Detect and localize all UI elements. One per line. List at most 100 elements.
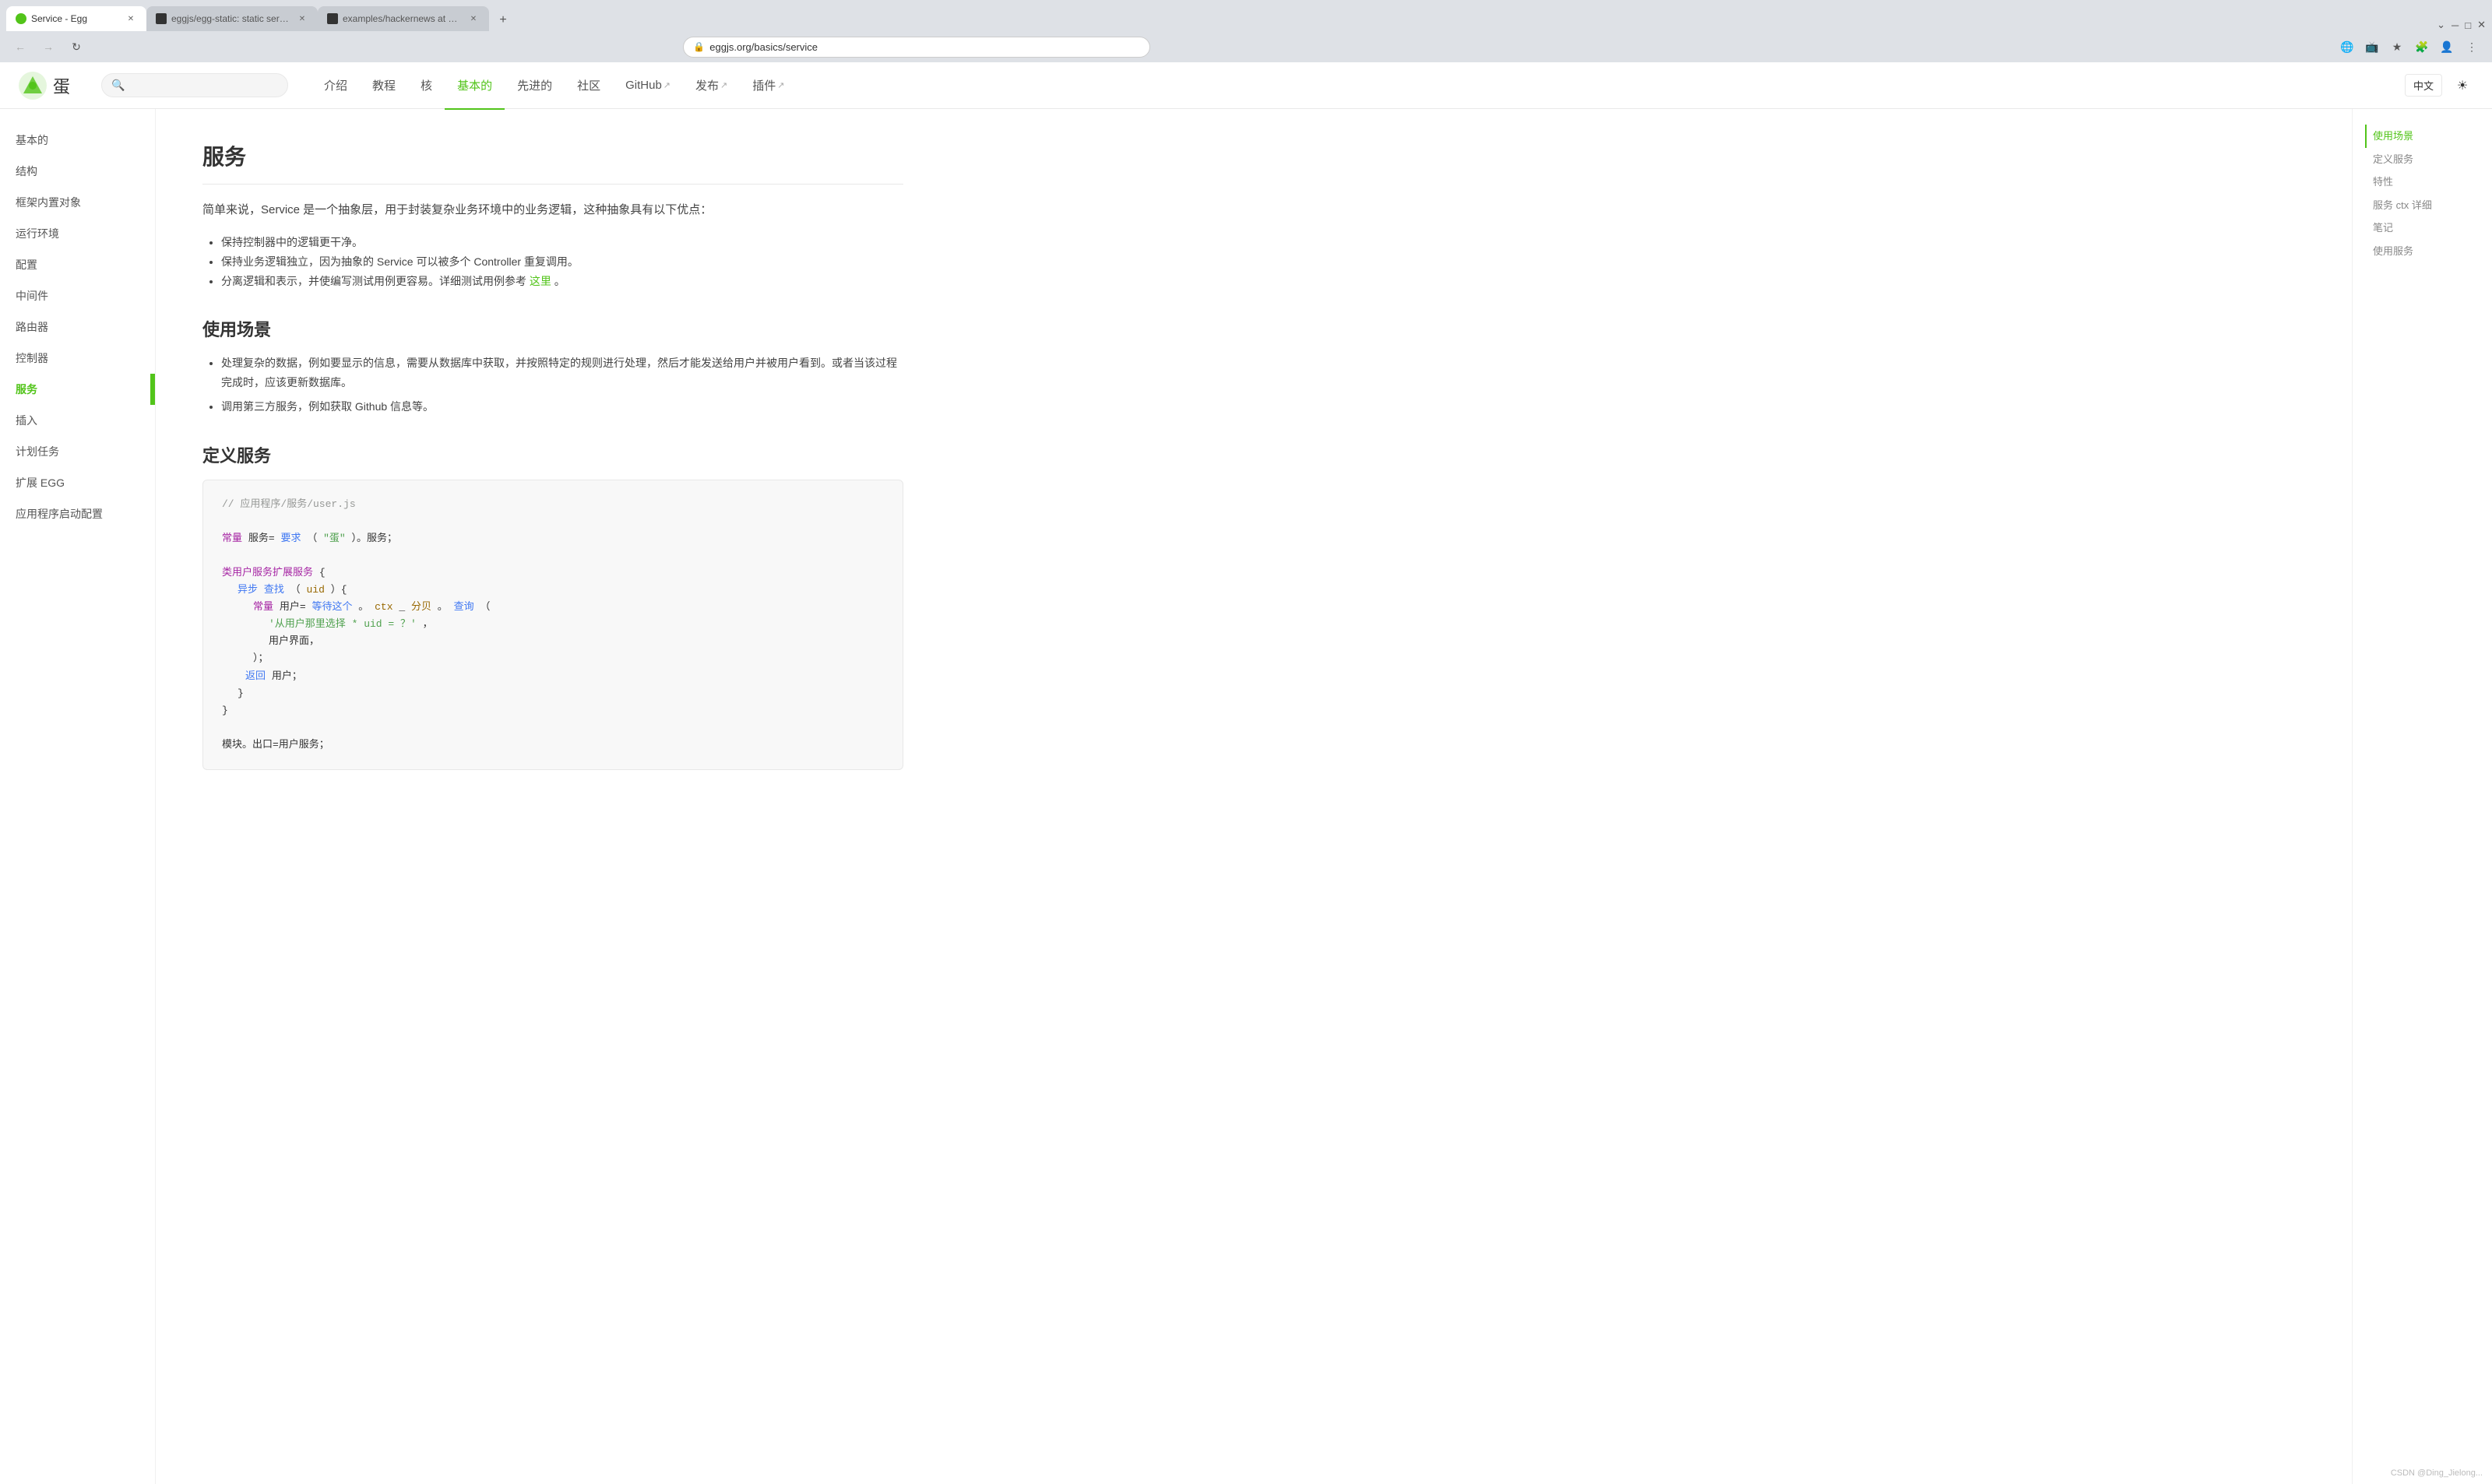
sidebar-item-middleware[interactable]: 中间件 [0,280,155,311]
main-layout: 基本的 结构 框架内置对象 运行环境 配置 中间件 路由器 控制器 [0,109,2492,1484]
sidebar-item-basic[interactable]: 基本的 [0,125,155,156]
sidebar-item-extend-egg[interactable]: 扩展 EGG [0,467,155,498]
code-line-7: 用户界面， [222,633,884,650]
code-line-12: 模块。出口=用户服务； [222,737,884,754]
nav-links: 介绍 教程 核 基本的 先进的 社区 GitHub ↗ 发布 [312,62,797,109]
code-line-11: } [222,702,884,719]
sidebar-item-runtime-env[interactable]: 运行环境 [0,218,155,249]
toc-item-properties[interactable]: 特性 [2365,171,2480,194]
nav-link-github[interactable]: GitHub ↗ [613,63,683,110]
github-external-icon: ↗ [663,80,671,90]
url-bar[interactable]: 🔒 eggjs.org/basics/service [683,37,1150,58]
code-line-6: '从用户那里选择 * uid = ？' ， [222,616,884,633]
tab-active[interactable]: Service - Egg ✕ [6,6,146,31]
tab-title-1: Service - Egg [31,13,120,24]
code-line-3: 类用户服务扩展服务 { [222,564,884,582]
toc-item-use-service[interactable]: 使用服务 [2365,240,2480,263]
toc-item-define-service[interactable]: 定义服务 [2365,148,2480,171]
toc-item-notes[interactable]: 笔记 [2365,216,2480,240]
sidebar-item-framework-object[interactable]: 框架内置对象 [0,187,155,218]
tab-2[interactable]: eggjs/egg-static: static server ✕ [146,6,318,31]
intro-bullet-list: 保持控制器中的逻辑更干净。 保持业务逻辑独立，因为抽象的 Service 可以被… [221,233,903,292]
tab-title-3: examples/hackernews at mast... [343,13,463,24]
toc: 使用场景 定义服务 特性 服务 ctx 详细 笔记 使用服务 [2352,109,2492,1484]
code-line-blank-1 [222,513,884,530]
sidebar-item-config[interactable]: 配置 [0,249,155,280]
menu-icon[interactable]: ⋮ [2461,36,2483,58]
code-line-4: 异步 查找 （ uid ）{ [222,582,884,599]
tab-favicon-1 [16,13,26,24]
tab-list-icon[interactable]: ⌄ [2437,19,2445,31]
use-scenario-title: 使用场景 [202,316,903,341]
tab-close-1[interactable]: ✕ [125,12,137,25]
search-icon: 🔍 [111,79,125,92]
logo[interactable]: 蛋 [19,72,70,100]
nav-right: 中文 ☀ [2405,74,2473,97]
tab-3[interactable]: examples/hackernews at mast... ✕ [318,6,489,31]
new-tab-button[interactable]: + [492,9,514,31]
tab-bar: Service - Egg ✕ eggjs/egg-static: static… [0,0,2492,31]
browser-chrome: Service - Egg ✕ eggjs/egg-static: static… [0,0,2492,62]
use-case-list: 处理复杂的数据，例如要显示的信息，需要从数据库中获取，并按照特定的规则进行处理，… [221,353,903,417]
toolbar-right: 🌐 📺 ★ 🧩 👤 ⋮ [2336,36,2483,58]
use-case-bullet-2: 调用第三方服务，例如获取 Github 信息等。 [221,397,903,417]
content-inner: 服务 简单来说，Service 是一个抽象层，用于封装复杂业务环境中的业务逻辑，… [202,140,903,770]
nav-link-advanced[interactable]: 先进的 [505,63,565,110]
nav-link-community[interactable]: 社区 [565,63,613,110]
page-title: 服务 [202,140,903,185]
address-bar: ← → ↻ 🔒 eggjs.org/basics/service 🌐 📺 ★ 🧩… [0,31,2492,62]
nav-link-core[interactable]: 核 [408,63,445,110]
sidebar-item-structure[interactable]: 结构 [0,156,155,187]
tab-close-2[interactable]: ✕ [296,12,308,25]
nav-link-release[interactable]: 发布 ↗ [683,63,740,110]
tab-close-3[interactable]: ✕ [467,12,480,25]
toc-item-use-scenario[interactable]: 使用场景 [2365,125,2480,148]
maximize-icon[interactable]: □ [2465,19,2471,31]
toc-item-service-ctx[interactable]: 服务 ctx 详细 [2365,194,2480,217]
define-service-title: 定义服务 [202,442,903,467]
code-block: // 应用程序/服务/user.js 常量 服务= 要求 （ "蛋" ）。服务；… [202,480,903,770]
close-window-icon[interactable]: ✕ [2477,19,2486,31]
reload-button[interactable]: ↻ [65,36,87,58]
sidebar-item-schedule[interactable]: 计划任务 [0,436,155,467]
code-line-8: ）； [222,650,884,667]
search-bar[interactable]: 🔍 [101,73,288,97]
lock-icon: 🔒 [693,41,705,52]
minimize-icon[interactable]: ─ [2452,19,2459,31]
forward-button[interactable]: → [37,36,59,58]
code-line-blank-3 [222,719,884,737]
code-line-1: // 应用程序/服务/user.js [222,496,884,513]
use-case-bullet-1: 处理复杂的数据，例如要显示的信息，需要从数据库中获取，并按照特定的规则进行处理，… [221,353,903,392]
sidebar-item-service[interactable]: 服务 [0,374,155,405]
code-line-5: 常量 用户= 等待这个 。 ctx _ 分贝 。 查询 （ [222,599,884,616]
watermark: CSDN @Ding_Jielong... [2391,1468,2483,1478]
logo-text: 蛋 [53,73,70,98]
back-button[interactable]: ← [9,36,31,58]
extensions-icon[interactable]: 🧩 [2411,36,2433,58]
theme-toggle-button[interactable]: ☀ [2452,75,2473,97]
sidebar: 基本的 结构 框架内置对象 运行环境 配置 中间件 路由器 控制器 [0,109,156,1484]
code-line-2: 常量 服务= 要求 （ "蛋" ）。服务； [222,530,884,547]
cast-icon[interactable]: 📺 [2361,36,2383,58]
sidebar-item-router[interactable]: 路由器 [0,311,155,343]
content-area: 服务 简单来说，Service 是一个抽象层，用于封装复杂业务环境中的业务逻辑，… [156,109,2352,1484]
intro-text: 简单来说，Service 是一个抽象层，用于封装复杂业务环境中的业务逻辑，这种抽… [202,200,903,220]
intro-bullet-2: 保持业务逻辑独立，因为抽象的 Service 可以被多个 Controller … [221,252,903,272]
search-input[interactable] [129,79,278,91]
bookmark-icon[interactable]: ★ [2386,36,2408,58]
sidebar-item-controller[interactable]: 控制器 [0,343,155,374]
translate-icon[interactable]: 🌐 [2336,36,2358,58]
sidebar-item-app-startup[interactable]: 应用程序启动配置 [0,498,155,529]
nav-link-basic[interactable]: 基本的 [445,63,505,110]
nav-link-intro[interactable]: 介绍 [312,63,360,110]
intro-link[interactable]: 这里 [530,275,551,287]
sidebar-item-plugin[interactable]: 插入 [0,405,155,436]
tab-controls: ⌄ ─ □ ✕ [2437,19,2486,31]
profile-icon[interactable]: 👤 [2436,36,2458,58]
code-line-9: 返回 用户； [222,668,884,685]
tab-favicon-3 [327,13,338,24]
nav-link-tutorial[interactable]: 教程 [360,63,408,110]
language-button[interactable]: 中文 [2405,74,2442,97]
tab-favicon-2 [156,13,167,24]
nav-link-plugin[interactable]: 插件 ↗ [740,63,797,110]
